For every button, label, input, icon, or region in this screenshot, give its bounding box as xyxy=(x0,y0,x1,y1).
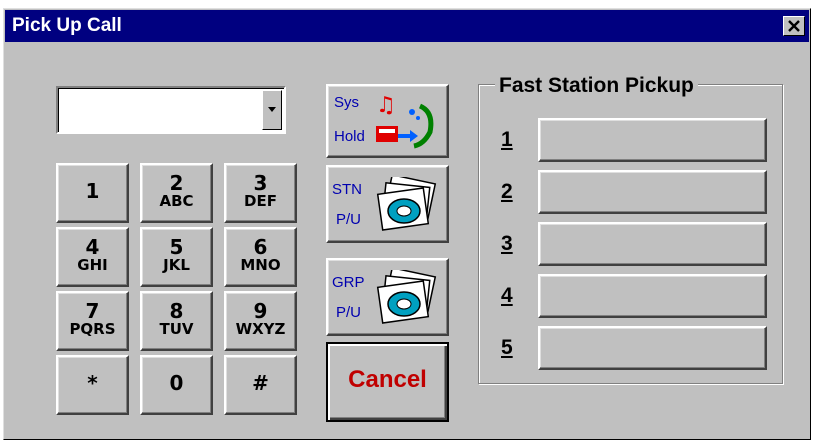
number-input[interactable] xyxy=(62,94,256,126)
key-letters: GHI xyxy=(77,256,108,274)
window-title: Pick Up Call xyxy=(12,15,122,36)
fast-station-slot-3-button[interactable] xyxy=(538,222,767,266)
fast-station-slot-5-button[interactable] xyxy=(538,326,767,370)
chevron-down-icon xyxy=(268,107,276,112)
fast-station-slot-2-button[interactable] xyxy=(538,170,767,214)
key-digit: 5 xyxy=(169,235,184,259)
slot-number: 3 xyxy=(501,232,513,255)
sys-hold-button[interactable]: Sys Hold ♫ xyxy=(326,84,449,158)
key-digit: 4 xyxy=(85,235,100,259)
grp-label-bottom: P/U xyxy=(336,304,362,321)
slot-number: 2 xyxy=(501,180,513,203)
keypad-key-9[interactable]: 9 WXYZ xyxy=(224,291,297,351)
stn-label-top: STN xyxy=(332,181,362,198)
keypad-key-4[interactable]: 4 GHI xyxy=(56,227,129,287)
key-letters: WXYZ xyxy=(235,320,286,338)
fast-station-slot-4-button[interactable] xyxy=(538,274,767,318)
key-letters: PQRS xyxy=(69,320,116,338)
cancel-button[interactable]: Cancel xyxy=(326,342,449,422)
keypad-key-8[interactable]: 8 TUV xyxy=(140,291,213,351)
phone-stack-icon xyxy=(376,270,437,324)
key-letters: JKL xyxy=(163,256,190,274)
group-pickup-button[interactable]: GRP P/U xyxy=(326,258,449,336)
sys-hold-label-top: Sys xyxy=(334,94,360,111)
key-letters: MNO xyxy=(240,256,281,274)
key-digit: # xyxy=(252,371,269,395)
keypad-key-1[interactable]: 1 xyxy=(56,163,129,223)
key-digit: 8 xyxy=(169,299,184,323)
svg-text:♫: ♫ xyxy=(376,93,396,118)
key-letters: TUV xyxy=(159,320,194,338)
slot-number: 5 xyxy=(501,336,513,359)
key-digit: 3 xyxy=(253,171,268,195)
close-icon xyxy=(788,20,800,32)
keypad-key-3[interactable]: 3 DEF xyxy=(224,163,297,223)
keypad-key-6[interactable]: 6 MNO xyxy=(224,227,297,287)
key-digit: 7 xyxy=(85,299,100,323)
key-digit: 6 xyxy=(253,235,268,259)
sys-hold-label-bottom: Hold xyxy=(334,128,365,145)
key-digit: 9 xyxy=(253,299,268,323)
phone-stack-icon xyxy=(376,177,437,231)
music-phone-icon: ♫ xyxy=(376,93,434,149)
number-combo-box[interactable] xyxy=(56,86,286,134)
slot-number: 1 xyxy=(501,128,513,151)
grp-label-top: GRP xyxy=(332,274,365,291)
key-digit: * xyxy=(87,371,98,395)
key-letters: DEF xyxy=(244,192,277,210)
keypad-key-5[interactable]: 5 JKL xyxy=(140,227,213,287)
slot-number: 4 xyxy=(501,284,513,307)
stn-label-bottom: P/U xyxy=(336,211,362,228)
fast-station-slot-1-button[interactable] xyxy=(538,118,767,162)
station-pickup-button[interactable]: STN P/U xyxy=(326,165,449,243)
keypad-key-hash[interactable]: # xyxy=(224,355,297,415)
key-digit: 0 xyxy=(169,371,184,395)
keypad-key-star[interactable]: * xyxy=(56,355,129,415)
key-letters: ABC xyxy=(159,192,194,210)
key-digit: 2 xyxy=(169,171,184,195)
cancel-label: Cancel xyxy=(348,366,427,393)
title-bar[interactable]: Pick Up Call xyxy=(5,10,809,42)
keypad-key-7[interactable]: 7 PQRS xyxy=(56,291,129,351)
key-digit: 1 xyxy=(85,179,100,203)
dropdown-button[interactable] xyxy=(262,90,282,130)
close-button[interactable] xyxy=(783,16,805,36)
keypad-key-0[interactable]: 0 xyxy=(140,355,213,415)
keypad-key-2[interactable]: 2 ABC xyxy=(140,163,213,223)
fast-station-pickup-title: Fast Station Pickup xyxy=(495,74,698,98)
